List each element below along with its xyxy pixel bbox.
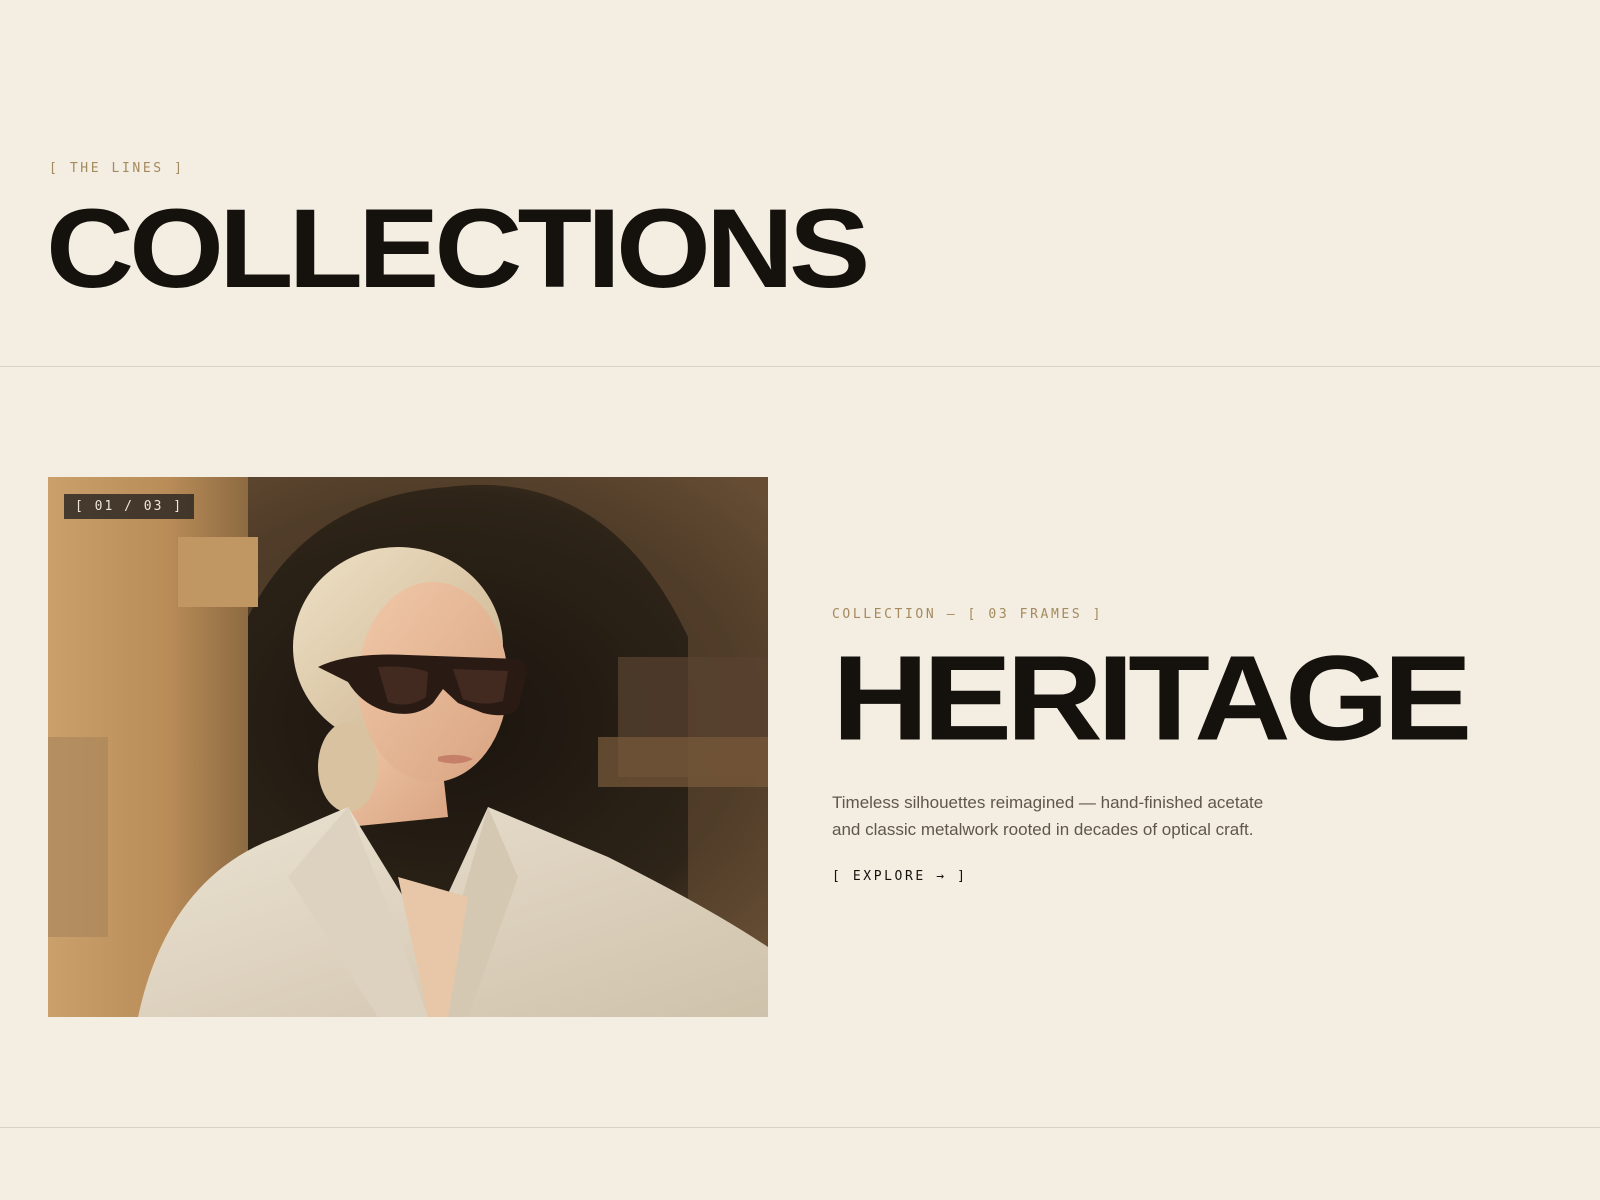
- bottom-divider: [0, 1127, 1600, 1128]
- top-divider: [0, 366, 1600, 367]
- page-title: COLLECTIONS: [46, 185, 870, 311]
- collection-name: HERITAGE: [832, 631, 1472, 766]
- image-counter: [ 01 / 03 ]: [64, 494, 195, 519]
- collection-meta: COLLECTION — [ 03 FRAMES ]: [832, 607, 1104, 622]
- collection-image[interactable]: [ 01 / 03 ]: [48, 477, 768, 1017]
- collection-description: Timeless silhouettes reimagined — hand-f…: [832, 793, 1264, 839]
- section-eyebrow: [ THE LINES ]: [49, 161, 185, 176]
- model-photo: [48, 477, 768, 1017]
- explore-link[interactable]: [ EXPLORE → ]: [832, 869, 968, 884]
